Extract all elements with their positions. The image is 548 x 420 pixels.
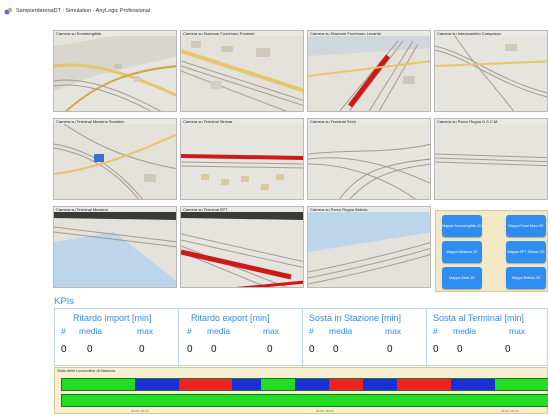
kpi-mean-value: 0 xyxy=(87,344,93,355)
kpi-mean-value: 0 xyxy=(211,344,217,355)
state-segment-idle xyxy=(494,379,548,390)
locomotive-state-bar-1 xyxy=(61,378,548,391)
kpi-mean-header: media xyxy=(329,326,353,336)
kpi-max-header: max xyxy=(263,326,280,336)
camera-label: Camera su Parco Rugna D.S.C.M. xyxy=(437,119,499,124)
camera-view-sech[interactable]: Camera su Terminal Sech xyxy=(307,118,431,200)
map-messina-button[interactable]: Mappa Messina 2D xyxy=(442,241,482,263)
camera-label: Camera su Terminal Sech xyxy=(310,119,356,124)
kpi-mean-header: media xyxy=(79,326,103,336)
kpi-title: Sosta in Stazione [min] xyxy=(309,313,402,323)
camera-label: Camera su Stazione Fuorimuro Ponente xyxy=(183,31,255,36)
camera-3d-scene xyxy=(308,36,430,111)
camera-label: Camera su Sommergibile xyxy=(56,31,102,36)
locomotive-state-bar-2 xyxy=(61,394,548,407)
kpis-heading: KPIs xyxy=(54,296,75,307)
camera-3d-scene xyxy=(435,124,547,199)
kpi-count-header: # xyxy=(433,326,438,336)
kpi-max-value: 0 xyxy=(267,344,273,355)
camera-view-sommergibile[interactable]: Camera su Sommergibile xyxy=(53,30,177,112)
camera-3d-scene xyxy=(181,36,303,111)
kpi-max-header: max xyxy=(385,326,402,336)
kpi-sosta-terminal: Sosta al Terminal [min] # media max 0 0 … xyxy=(427,309,548,367)
camera-3d-scene xyxy=(54,212,176,287)
camera-3d-scene xyxy=(308,124,430,199)
kpi-title: Sosta al Terminal [min] xyxy=(433,313,524,323)
kpi-max-header: max xyxy=(137,326,154,336)
window-titlebar: SampierdarenaDT : Simulation - AnyLogic … xyxy=(0,0,548,22)
camera-label: Camera su Interscambio Campasso xyxy=(437,31,501,36)
kpi-title: Ritardo export [min] xyxy=(191,313,270,323)
locomotive-state-label: Stato delle Locomotive di Manovra xyxy=(57,369,116,373)
camera-3d-scene xyxy=(54,36,176,111)
camera-label: Camera su Terminal Sinmar xyxy=(183,119,233,124)
kpi-mean-value: 0 xyxy=(457,344,463,355)
kpi-count-header: # xyxy=(61,326,66,336)
camera-3d-scene xyxy=(308,212,430,287)
state-segment-alarm xyxy=(397,379,451,390)
kpi-ritardo-import: Ritardo import [min] # media max 0 0 0 xyxy=(55,309,179,367)
map-spt-sinmar-button[interactable]: Mappa SPT Sinmar 2D xyxy=(506,241,546,263)
kpi-count-value: 0 xyxy=(309,344,315,355)
anylogic-app-icon xyxy=(4,7,13,16)
timeline-tick: 00:00 / 00:00 xyxy=(131,409,149,413)
camera-view-rugna-dscm[interactable]: Camera su Parco Rugna D.S.C.M. xyxy=(434,118,548,200)
kpi-mean-value: 0 xyxy=(333,344,339,355)
state-segment-busy xyxy=(363,379,398,390)
state-segment-busy xyxy=(295,379,330,390)
kpi-sosta-stazione: Sosta in Stazione [min] # media max 0 0 … xyxy=(303,309,427,367)
camera-label: Camera su Stazione Fuorimuro Levante xyxy=(310,31,381,36)
state-segment-idle xyxy=(62,395,548,406)
camera-view-messina-scambio[interactable]: Camera su Terminal Messina Scambio xyxy=(53,118,177,200)
kpi-count-header: # xyxy=(309,326,314,336)
camera-view-rugna-bettolo[interactable]: Camera su Parco Rugna Bettolo xyxy=(307,206,431,288)
timeline-tick: 00:00 / 00:00 xyxy=(501,409,519,413)
camera-view-fuorimuro-ponente[interactable]: Camera su Stazione Fuorimuro Ponente xyxy=(180,30,304,112)
locomotive-state-panel: Stato delle Locomotive di Manovra 00:00 … xyxy=(54,367,548,414)
kpi-mean-header: media xyxy=(207,326,231,336)
map-sech-button[interactable]: Mappa Sech 2D xyxy=(442,267,482,289)
state-segment-busy xyxy=(232,379,262,390)
kpi-count-value: 0 xyxy=(61,344,67,355)
camera-view-sinmar[interactable]: Camera su Terminal Sinmar xyxy=(180,118,304,200)
map-bettolo-button[interactable]: Mappa Bettolo 2D xyxy=(506,267,546,289)
timeline-tick: 00:00 / 00:00 xyxy=(316,409,334,413)
map-buttons-panel: Mappa Sommergibile 2D Mappa Fuori Muro 2… xyxy=(435,210,548,292)
kpi-max-value: 0 xyxy=(139,344,145,355)
state-segment-busy xyxy=(134,379,179,390)
camera-label: Camera su Terminal Messina Scambio xyxy=(56,119,125,124)
timeline-ticks: 00:00 / 00:00 00:00 / 00:00 00:00 / 00:0… xyxy=(61,409,548,413)
kpi-title: Ritardo import [min] xyxy=(73,313,152,323)
kpi-count-value: 0 xyxy=(433,344,439,355)
map-fuori-muro-button[interactable]: Mappa Fuori Muro 2D xyxy=(506,215,546,237)
state-segment-alarm xyxy=(178,379,233,390)
kpi-panel: Ritardo import [min] # media max 0 0 0 R… xyxy=(54,308,548,367)
camera-view-campasso[interactable]: Camera su Interscambio Campasso xyxy=(434,30,548,112)
state-segment-idle xyxy=(261,379,296,390)
camera-view-fuorimuro-levante[interactable]: Camera su Stazione Fuorimuro Levante xyxy=(307,30,431,112)
kpi-count-header: # xyxy=(187,326,192,336)
camera-3d-scene xyxy=(181,124,303,199)
camera-3d-scene xyxy=(181,212,303,287)
kpi-mean-header: media xyxy=(453,326,477,336)
camera-label: Camera su Terminal SPT xyxy=(183,207,228,212)
kpi-max-value: 0 xyxy=(387,344,393,355)
kpi-count-value: 0 xyxy=(187,344,193,355)
camera-view-messina[interactable]: Camera su Terminal Messina xyxy=(53,206,177,288)
kpi-ritardo-export: Ritardo export [min] # media max 0 0 0 xyxy=(179,309,303,367)
camera-3d-scene xyxy=(435,36,547,111)
map-sommergibile-button[interactable]: Mappa Sommergibile 2D xyxy=(442,215,482,237)
camera-view-spt[interactable]: Camera su Terminal SPT xyxy=(180,206,304,288)
camera-3d-scene xyxy=(54,124,176,199)
camera-label: Camera su Parco Rugna Bettolo xyxy=(310,207,368,212)
kpi-max-header: max xyxy=(509,326,526,336)
state-segment-busy xyxy=(450,379,495,390)
window-title: SampierdarenaDT : Simulation - AnyLogic … xyxy=(16,8,151,14)
state-segment-idle xyxy=(62,379,135,390)
state-segment-alarm xyxy=(329,379,364,390)
camera-label: Camera su Terminal Messina xyxy=(56,207,108,212)
kpi-max-value: 0 xyxy=(505,344,511,355)
